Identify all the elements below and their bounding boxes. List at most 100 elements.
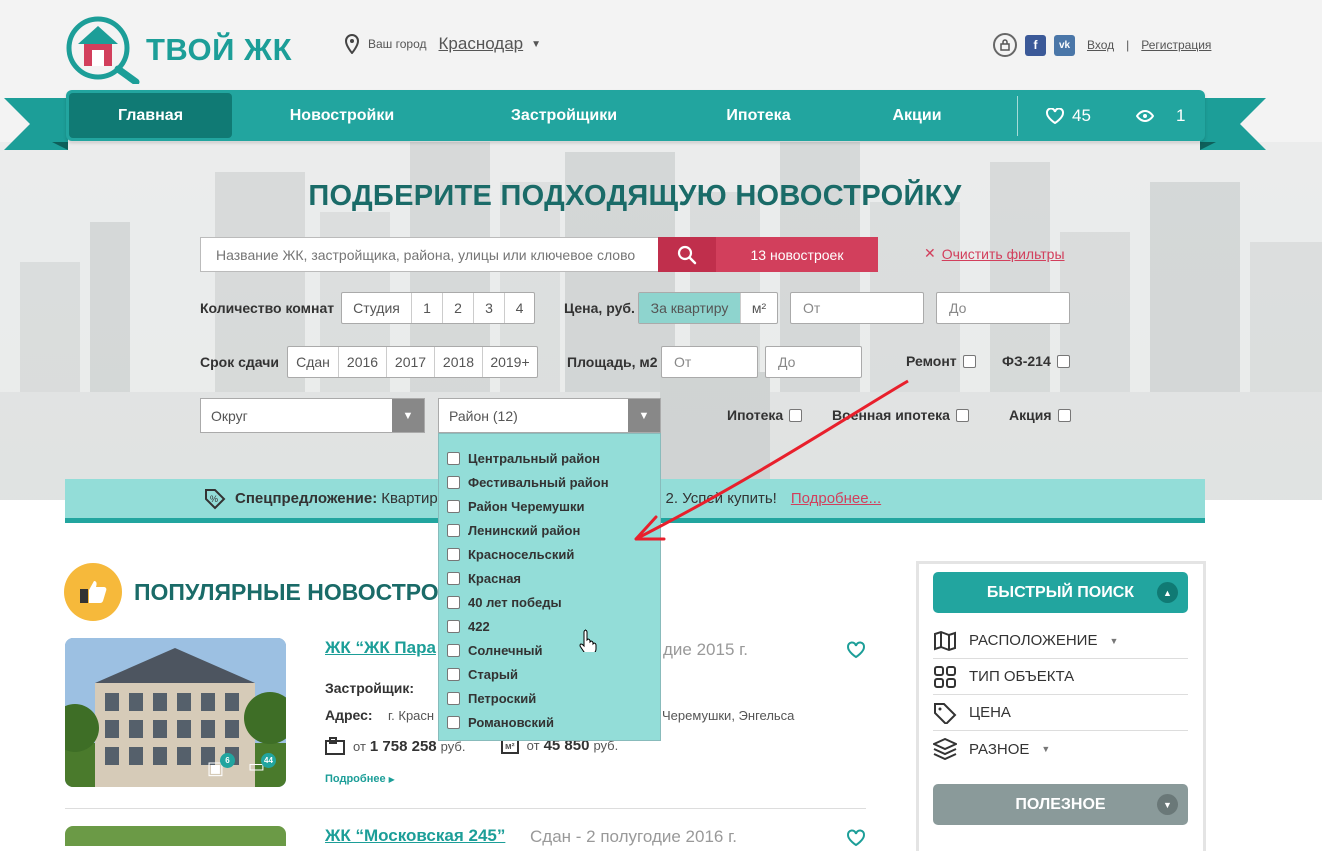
room-option-2[interactable]: 2 [442, 293, 473, 323]
sidebar-item-misc[interactable]: РАЗНОЕ ▼ [933, 731, 1188, 767]
eye-icon [1136, 109, 1154, 122]
city-value[interactable]: Краснодар [439, 34, 524, 54]
facebook-icon[interactable]: f [1025, 34, 1046, 56]
checkbox-box[interactable] [1056, 354, 1070, 368]
vk-icon[interactable]: vk [1054, 34, 1075, 56]
district-option-label: Район Черемушки [468, 498, 585, 514]
listing-photo[interactable]: ▣ 6 ▭ 44 [65, 638, 286, 787]
listing-title[interactable]: ЖК “ЖК Пара [325, 638, 436, 658]
price-to-input[interactable]: До [936, 292, 1070, 324]
fz214-checkbox[interactable]: ФЗ-214 [1002, 353, 1070, 369]
room-option-4[interactable]: 4 [504, 293, 534, 323]
room-option-studio[interactable]: Студия [342, 293, 411, 323]
deadline-option-2019plus[interactable]: 2019+ [482, 347, 537, 377]
area-from-input[interactable]: От [661, 346, 758, 378]
register-link[interactable]: Регистрация [1141, 38, 1211, 52]
nav-item-mortgage[interactable]: Ипотека [676, 93, 841, 138]
chevron-down-icon: ▼ [1109, 635, 1119, 646]
okrug-select[interactable]: Округ ▼ [200, 398, 425, 433]
district-option[interactable]: Красная [439, 566, 660, 590]
listing-photo-2[interactable] [65, 826, 286, 846]
sidebar-item-location[interactable]: РАСПОЛОЖЕНИЕ ▼ [933, 623, 1188, 659]
deadline-option-done[interactable]: Сдан [288, 347, 338, 377]
search-input[interactable] [200, 237, 658, 272]
developer-key: Застройщик: [325, 680, 414, 696]
rooms-selector: Студия 1 2 3 4 [341, 292, 535, 324]
city-selector[interactable]: Ваш город Краснодар ▼ [344, 34, 541, 54]
views-counter[interactable]: 1 [1136, 106, 1185, 126]
fz214-label: ФЗ-214 [1002, 353, 1051, 369]
price-mode-per-m2[interactable]: м² [740, 293, 777, 323]
district-option[interactable]: 422 [439, 614, 660, 638]
akcia-label: Акция [1009, 407, 1052, 423]
heart-icon[interactable] [846, 641, 866, 659]
district-option[interactable]: Петроский [439, 686, 660, 710]
deadline-option-2017[interactable]: 2017 [386, 347, 434, 377]
search-icon [658, 237, 716, 272]
favorites-count: 45 [1072, 105, 1091, 125]
nav-item-developers[interactable]: Застройщики [452, 93, 676, 138]
search-button[interactable]: 13 новостроек [658, 237, 878, 272]
clear-filters[interactable]: ✕ Очистить фильтры [924, 245, 1065, 262]
clear-filters-link[interactable]: Очистить фильтры [942, 246, 1065, 262]
price-from-input[interactable]: От [790, 292, 924, 324]
akcia-checkbox[interactable]: Акция [1009, 407, 1071, 423]
chevron-up-icon[interactable]: ▲ [1157, 582, 1178, 603]
logo[interactable]: ТВОЙ ЖК [64, 16, 292, 84]
nav-item-home[interactable]: Главная [69, 93, 232, 138]
checkbox-box[interactable] [955, 408, 969, 422]
sidebar-item-object-type[interactable]: ТИП ОБЪЕКТА [933, 659, 1188, 695]
heart-icon[interactable] [846, 829, 866, 847]
sidebar-item-price[interactable]: ЦЕНА [933, 695, 1188, 731]
checkbox-box[interactable] [1057, 408, 1071, 422]
checkbox-box[interactable] [447, 547, 460, 561]
checkbox-box[interactable] [447, 667, 460, 681]
checkbox-box[interactable] [447, 643, 460, 657]
checkbox-box[interactable] [447, 715, 460, 729]
district-option-label: Ленинский район [468, 522, 581, 538]
area-to-input[interactable]: До [765, 346, 862, 378]
room-option-3[interactable]: 3 [473, 293, 504, 323]
checkbox-box[interactable] [447, 451, 460, 465]
deadline-option-2016[interactable]: 2016 [338, 347, 386, 377]
checkbox-box[interactable] [962, 354, 976, 368]
favorites-counter[interactable]: 45 [1046, 106, 1126, 126]
district-option-label: 40 лет победы [468, 594, 562, 610]
checkbox-box[interactable] [447, 691, 460, 705]
chevron-down-icon[interactable]: ▼ [1157, 794, 1178, 815]
room-option-1[interactable]: 1 [411, 293, 442, 323]
remont-checkbox[interactable]: Ремонт [906, 353, 976, 369]
nav-item-promotions[interactable]: Акции [841, 93, 993, 138]
address-key: Адрес: [325, 707, 373, 723]
checkbox-box[interactable] [447, 595, 460, 609]
district-option[interactable]: 40 лет победы [439, 590, 660, 614]
comment-count-badge: 44 [261, 753, 276, 768]
map-icon [934, 630, 956, 651]
deadline-option-2018[interactable]: 2018 [434, 347, 482, 377]
lock-icon[interactable] [993, 33, 1017, 57]
district-option[interactable]: Старый [439, 662, 660, 686]
useful-header[interactable]: ПОЛЕЗНОЕ ▼ [933, 784, 1188, 825]
checkbox-box[interactable] [447, 619, 460, 633]
checkbox-box[interactable] [447, 571, 460, 585]
price-mode-per-apartment[interactable]: За квартиру [639, 293, 740, 323]
quick-search-header[interactable]: БЫСТРЫЙ ПОИСК ▲ [933, 572, 1188, 613]
nav-item-novostroyki[interactable]: Новостройки [232, 93, 452, 138]
checkbox-box[interactable] [447, 499, 460, 513]
chevron-down-icon[interactable]: ▼ [531, 39, 541, 50]
listing-more-label: Подробнее [325, 773, 386, 785]
popular-title: ПОПУЛЯРНЫЕ НОВОСТРОЙ [134, 578, 456, 605]
login-link[interactable]: Вход [1087, 38, 1114, 52]
district-option[interactable]: Солнечный [439, 638, 660, 662]
checkbox-box[interactable] [447, 523, 460, 537]
listing-title-2[interactable]: ЖК “Московская 245” [325, 826, 505, 846]
district-option[interactable]: Романовский [439, 710, 660, 734]
district-option-label: Петроский [468, 690, 537, 706]
hand-cursor-icon [579, 629, 597, 652]
remont-label: Ремонт [906, 353, 957, 369]
checkbox-box[interactable] [447, 475, 460, 489]
listing-more-link[interactable]: Подробнее ▶ [325, 773, 395, 785]
listing-divider [65, 808, 866, 809]
discount-tag-icon: % [205, 488, 226, 509]
svg-text:%: % [210, 494, 218, 504]
